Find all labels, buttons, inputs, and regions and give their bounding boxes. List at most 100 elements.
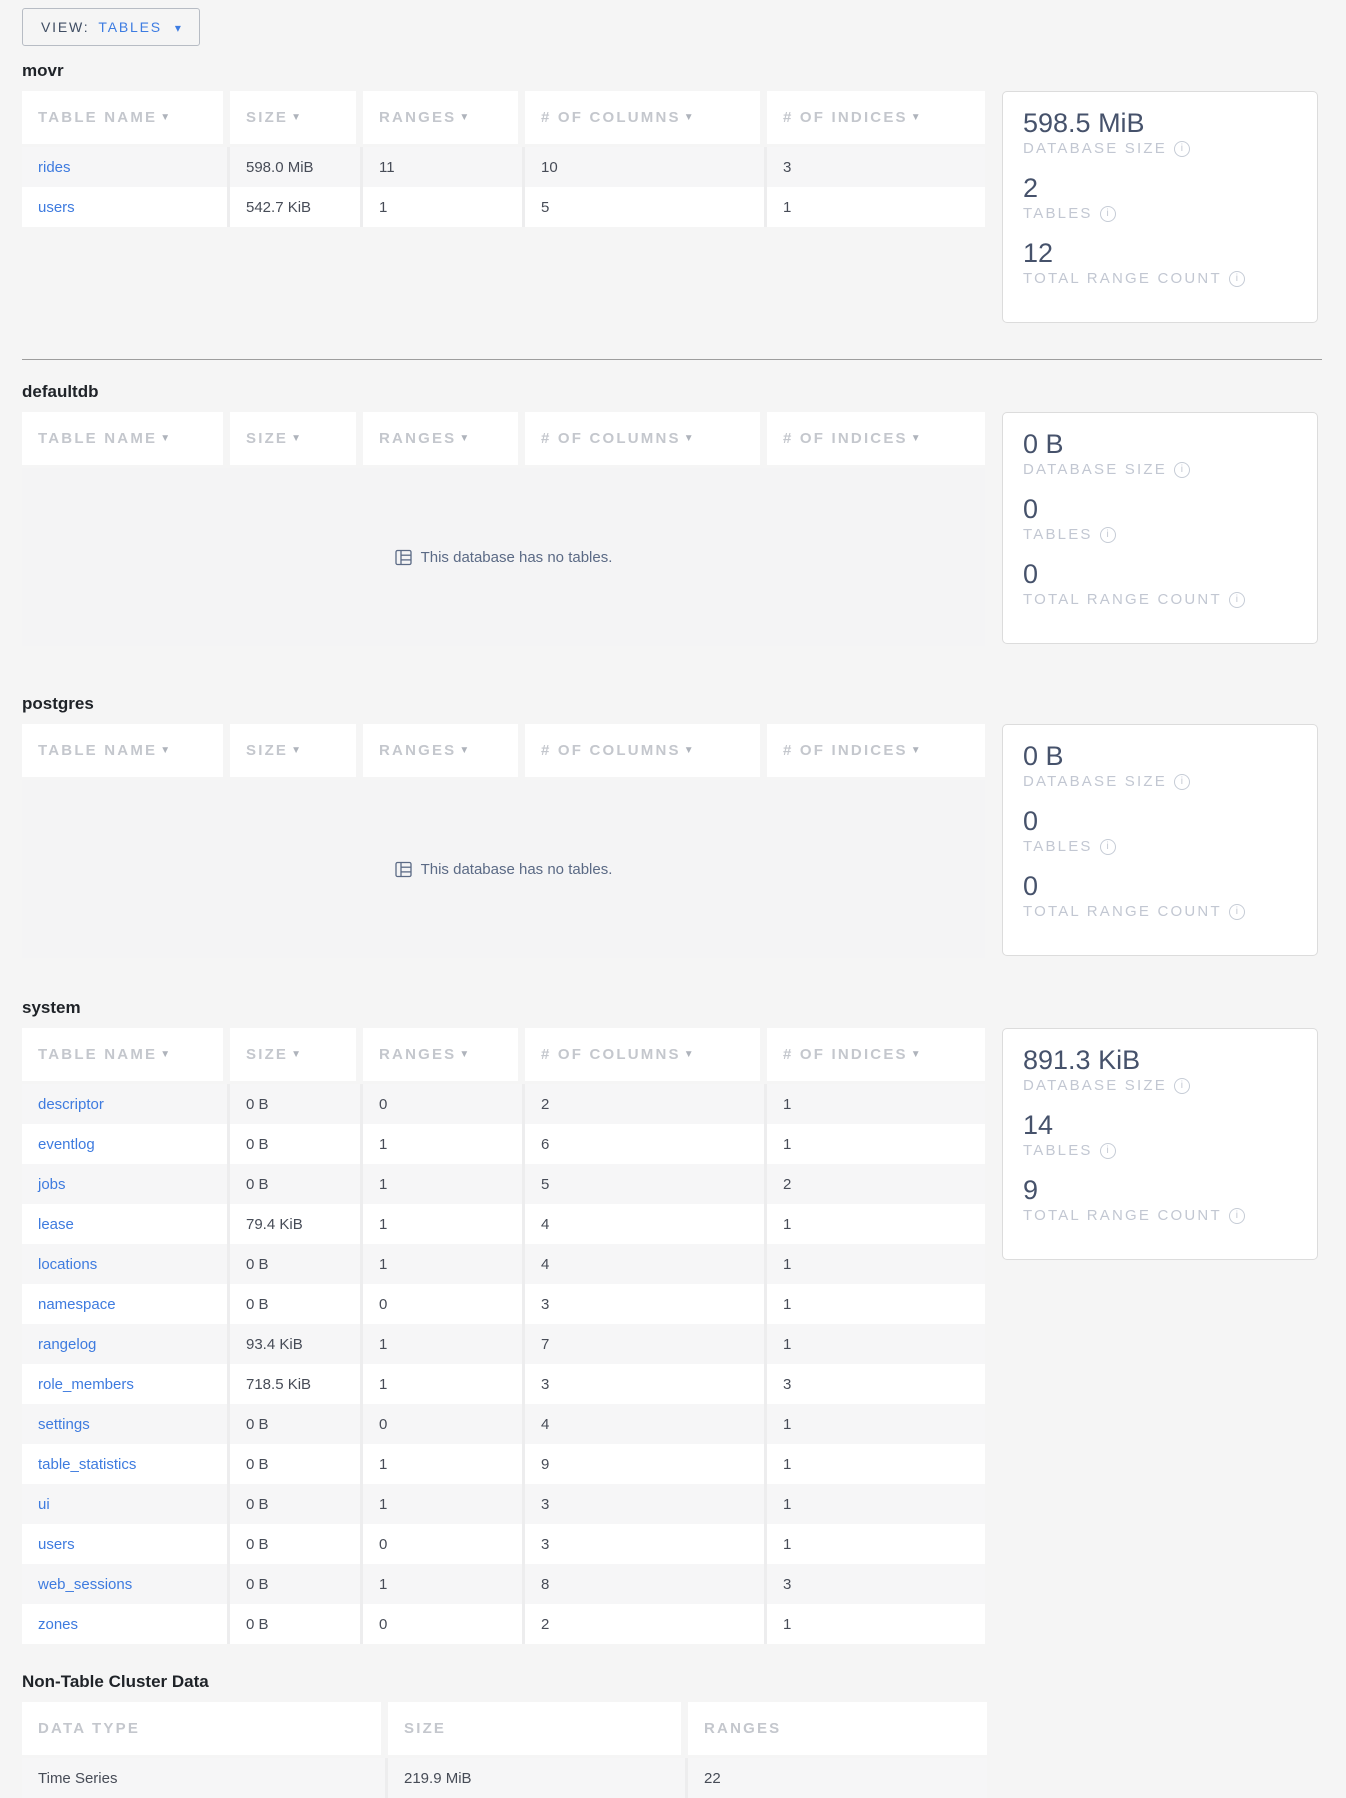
column-header-ranges[interactable]: RANGES▼ [363,412,525,468]
cell-value: 0 B [246,1496,269,1513]
defaultdb-table-wrap: TABLE NAME▼SIZE▼RANGES▼# OF COLUMNS▼# OF… [22,412,985,646]
cell-value: Time Series [38,1770,117,1787]
column-header-table-name[interactable]: TABLE NAME▼ [22,91,230,147]
sort-arrow-icon[interactable]: ▼ [160,745,170,756]
table-name-link[interactable]: eventlog [38,1136,95,1153]
table-name-link[interactable]: web_sessions [38,1576,132,1593]
table-header-row: TABLE NAME▼SIZE▼RANGES▼# OF COLUMNS▼# OF… [22,724,985,780]
empty-message-text: This database has no tables. [421,549,613,566]
info-icon[interactable] [1229,904,1245,920]
view-dropdown-button[interactable]: VIEW: TABLES ▾ [22,8,200,46]
sort-arrow-icon[interactable]: ▼ [291,112,301,123]
column-header-of-columns[interactable]: # OF COLUMNS▼ [525,1028,767,1084]
cell-columns: 2 [525,1084,767,1124]
sort-arrow-icon[interactable]: ▼ [911,112,921,123]
column-header-table-name[interactable]: TABLE NAME▼ [22,1028,230,1084]
column-header-label: TABLE NAME [38,1046,157,1063]
sort-arrow-icon[interactable]: ▼ [459,745,469,756]
column-header-label: # OF INDICES [783,1046,908,1063]
cell-value: 10 [541,159,558,176]
stat-tables: 0 TABLES [1023,806,1299,856]
table-name-link[interactable]: jobs [38,1176,66,1193]
cell-value: 2 [541,1616,549,1633]
column-header-size[interactable]: SIZE▼ [230,412,363,468]
table-name-link[interactable]: users [38,1536,75,1553]
table-name-link[interactable]: zones [38,1616,78,1633]
sort-arrow-icon[interactable]: ▼ [684,745,694,756]
table-name-link[interactable]: ui [38,1496,50,1513]
column-header-ranges[interactable]: RANGES▼ [363,724,525,780]
info-icon[interactable] [1174,774,1190,790]
cell-columns: 3 [525,1524,767,1564]
sort-arrow-icon[interactable]: ▼ [911,1049,921,1060]
info-icon[interactable] [1229,271,1245,287]
sort-arrow-icon[interactable]: ▼ [459,1049,469,1060]
info-icon[interactable] [1229,592,1245,608]
system-table: TABLE NAME▼SIZE▼RANGES▼# OF COLUMNS▼# OF… [22,1028,985,1644]
column-header-of-columns[interactable]: # OF COLUMNS▼ [525,724,767,780]
stat-total-range-count: 0 TOTAL RANGE COUNT [1023,559,1299,609]
system-stats-panel: 891.3 KiB DATABASE SIZE 14 TABLES 9 TOTA… [1002,1028,1318,1260]
cell-columns: 10 [525,147,767,187]
table-name-link[interactable]: lease [38,1216,74,1233]
column-header-of-indices[interactable]: # OF INDICES▼ [767,412,985,468]
database-title-system: system [22,996,1322,1020]
sort-arrow-icon[interactable]: ▼ [291,745,301,756]
column-header-label: SIZE [246,109,288,126]
sort-arrow-icon[interactable]: ▼ [160,112,170,123]
sort-arrow-icon[interactable]: ▼ [911,745,921,756]
column-header-table-name[interactable]: TABLE NAME▼ [22,724,230,780]
info-icon[interactable] [1100,527,1116,543]
column-header-table-name[interactable]: TABLE NAME▼ [22,412,230,468]
cell-table: ui [22,1484,230,1524]
column-header-ranges[interactable]: RANGES▼ [363,1028,525,1084]
sort-arrow-icon[interactable]: ▼ [459,112,469,123]
column-header-label: # OF INDICES [783,742,908,759]
column-header-label: TABLE NAME [38,430,157,447]
info-icon[interactable] [1100,1143,1116,1159]
table-name-link[interactable]: table_statistics [38,1456,136,1473]
sort-arrow-icon[interactable]: ▼ [684,1049,694,1060]
stat-total-range-count: 12 TOTAL RANGE COUNT [1023,238,1299,288]
info-icon[interactable] [1174,1078,1190,1094]
sort-arrow-icon[interactable]: ▼ [160,1049,170,1060]
info-icon[interactable] [1229,1208,1245,1224]
cell-value: 219.9 MiB [404,1770,472,1787]
table-name-link[interactable]: role_members [38,1376,134,1393]
info-icon[interactable] [1100,206,1116,222]
table-name-link[interactable]: settings [38,1416,90,1433]
sort-arrow-icon[interactable]: ▼ [291,1049,301,1060]
column-header-of-columns[interactable]: # OF COLUMNS▼ [525,91,767,147]
cell-value: 93.4 KiB [246,1336,303,1353]
table-name-link[interactable]: rangelog [38,1336,96,1353]
column-header-size[interactable]: SIZE▼ [230,724,363,780]
table-row: descriptor0 B021 [22,1084,985,1124]
info-icon[interactable] [1174,462,1190,478]
column-header-size[interactable]: SIZE▼ [230,1028,363,1084]
cell-value: 1 [783,1536,791,1553]
column-header-of-columns[interactable]: # OF COLUMNS▼ [525,412,767,468]
column-header-of-indices[interactable]: # OF INDICES▼ [767,91,985,147]
column-header-ranges[interactable]: RANGES▼ [363,91,525,147]
cell-value: 1 [783,1136,791,1153]
postgres-table-wrap: TABLE NAME▼SIZE▼RANGES▼# OF COLUMNS▼# OF… [22,724,985,958]
sort-arrow-icon[interactable]: ▼ [291,433,301,444]
table-name-link[interactable]: descriptor [38,1096,104,1113]
column-header-of-indices[interactable]: # OF INDICES▼ [767,1028,985,1084]
sort-arrow-icon[interactable]: ▼ [911,433,921,444]
cell-columns: 3 [525,1484,767,1524]
table-name-link[interactable]: namespace [38,1296,116,1313]
column-header-of-indices[interactable]: # OF INDICES▼ [767,724,985,780]
table-name-link[interactable]: locations [38,1256,97,1273]
column-header-size[interactable]: SIZE▼ [230,91,363,147]
sort-arrow-icon[interactable]: ▼ [684,433,694,444]
sort-arrow-icon[interactable]: ▼ [459,433,469,444]
table-name-link[interactable]: users [38,199,75,216]
info-icon[interactable] [1100,839,1116,855]
cell-value: 1 [783,1336,791,1353]
info-icon[interactable] [1174,141,1190,157]
cell-ranges: 1 [363,1204,525,1244]
sort-arrow-icon[interactable]: ▼ [684,112,694,123]
sort-arrow-icon[interactable]: ▼ [160,433,170,444]
table-name-link[interactable]: rides [38,159,71,176]
